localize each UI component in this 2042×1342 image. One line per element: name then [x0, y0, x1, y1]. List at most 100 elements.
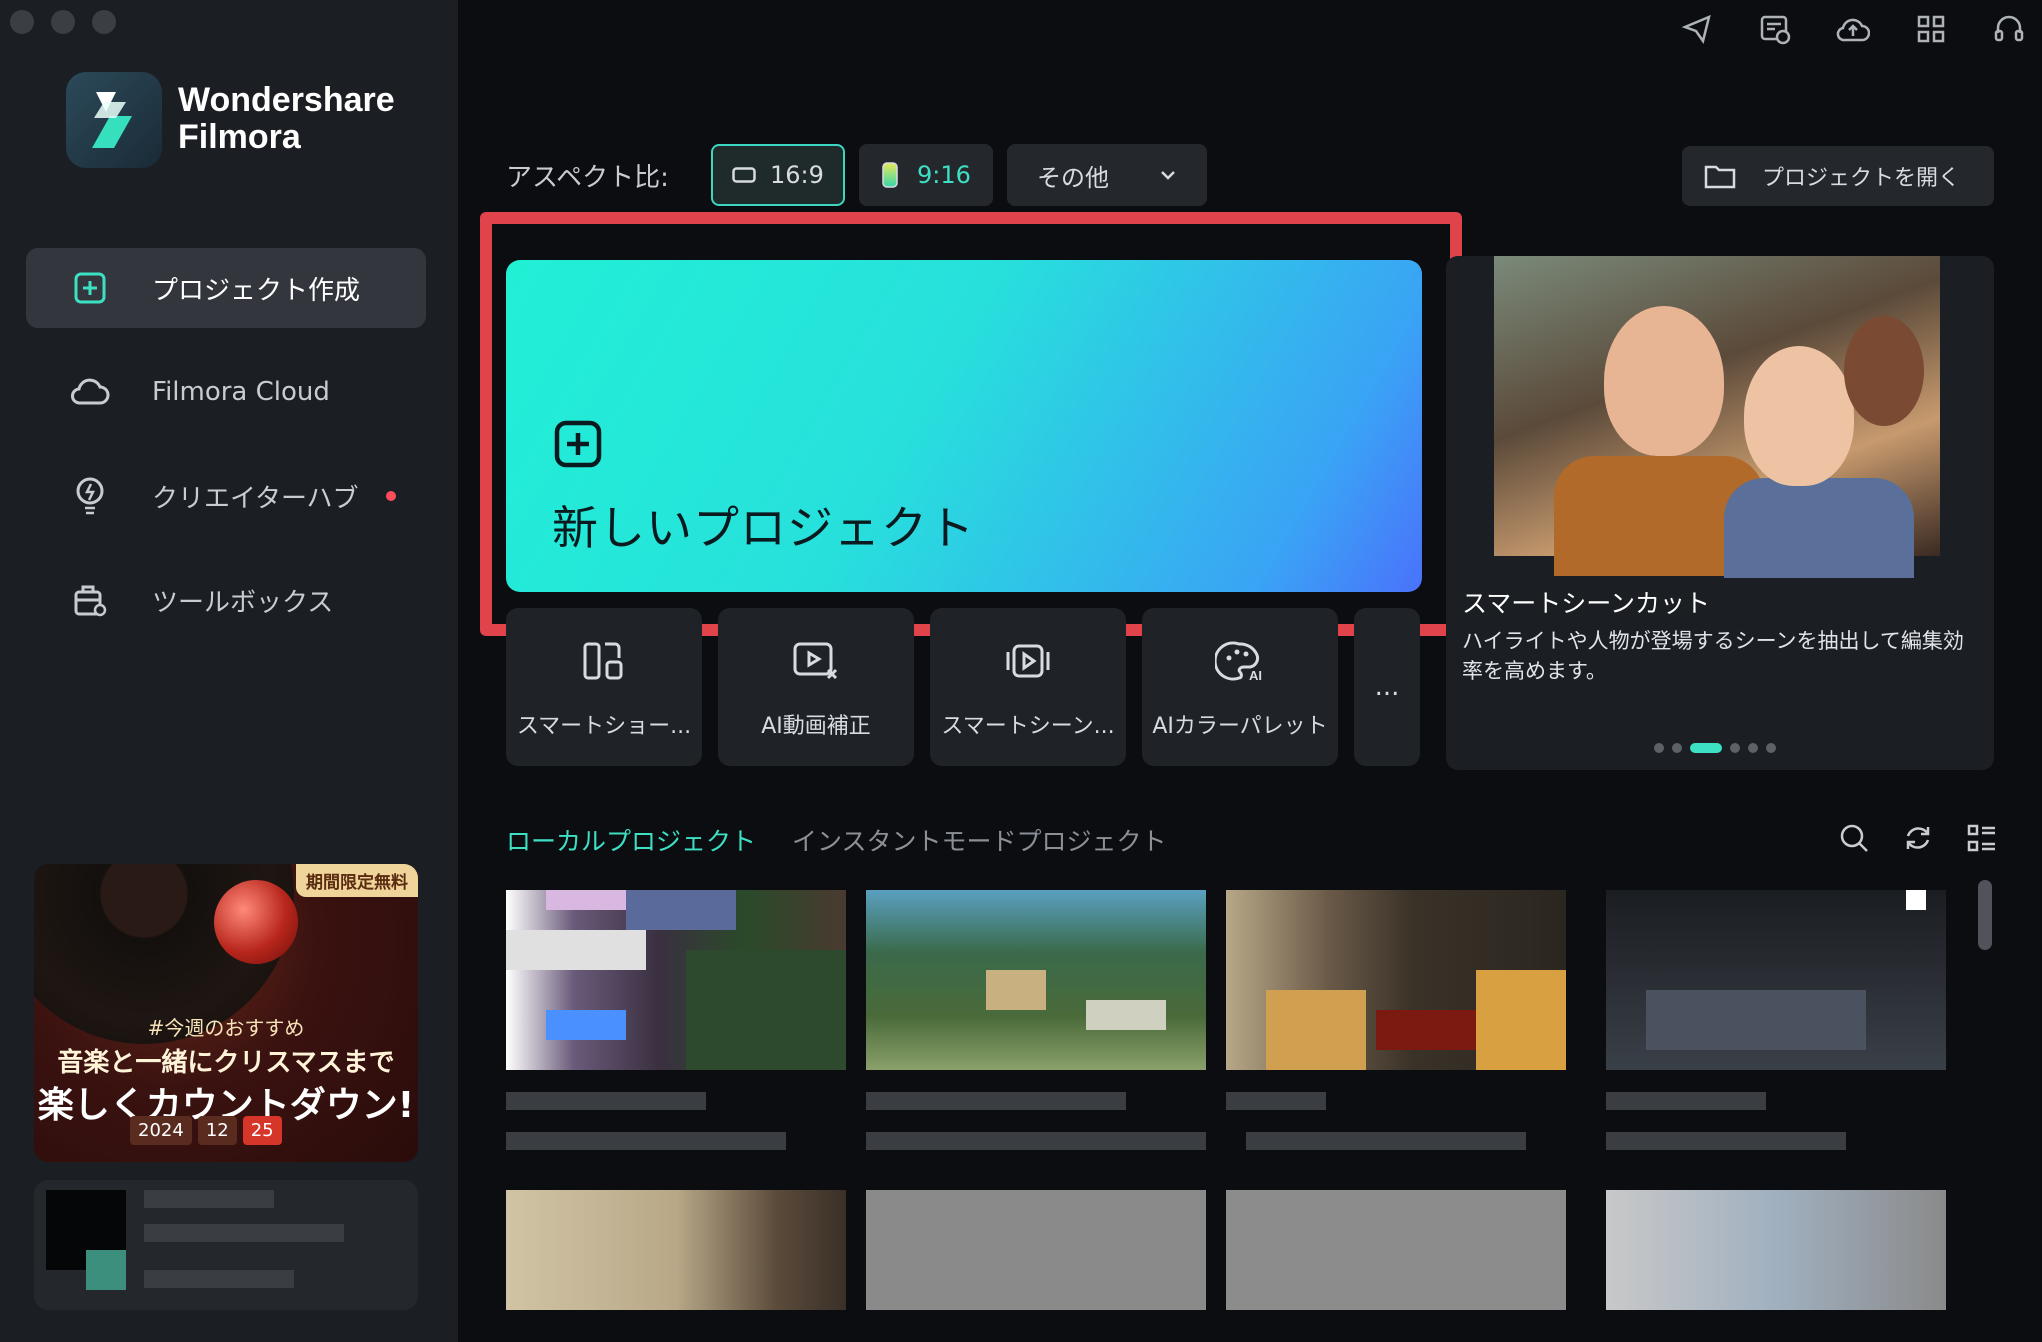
- grid-apps-icon[interactable]: [1912, 10, 1950, 48]
- project-name-redacted: [866, 1092, 1126, 1110]
- project-thumbnail[interactable]: [1606, 890, 1946, 1070]
- tool-label: スマートシーン...: [941, 714, 1115, 739]
- feature-image-detail: [1604, 306, 1724, 456]
- send-icon[interactable]: [1678, 10, 1716, 48]
- tool-ai-palette[interactable]: AI AIカラーパレット: [1142, 608, 1338, 766]
- svg-text:AI: AI: [1249, 668, 1262, 682]
- avatar-badge: [86, 1250, 126, 1290]
- list-view-icon[interactable]: [1966, 822, 1998, 858]
- project-thumbnail[interactable]: [1226, 890, 1566, 1070]
- open-project-button[interactable]: プロジェクトを開く: [1682, 146, 1994, 206]
- pager-dot[interactable]: [1672, 743, 1682, 753]
- aspect-9-16-label: 9:16: [917, 161, 971, 189]
- sidebar-item-creator-hub[interactable]: クリエイターハブ: [26, 456, 426, 536]
- promo-line-1: #今週のおすすめ: [147, 1016, 305, 1040]
- project-thumbnail[interactable]: [1226, 1190, 1566, 1310]
- calendar-clock-icon[interactable]: [1756, 10, 1794, 48]
- search-icon[interactable]: [1838, 822, 1870, 858]
- brand-name: Wondershare Filmora: [178, 82, 395, 156]
- pixel-block: [546, 890, 626, 910]
- pager-dot[interactable]: [1654, 743, 1664, 753]
- aspect-16-9-label: 16:9: [770, 161, 824, 189]
- aspect-ratio-bar: アスペクト比: 16:9 9:16 その他: [506, 144, 1221, 206]
- project-thumbnail[interactable]: [506, 1190, 846, 1310]
- promo-day: 25: [242, 1116, 282, 1145]
- scrollbar[interactable]: [1978, 880, 1992, 950]
- tool-label: AIカラーパレット: [1152, 714, 1328, 739]
- pager-dot[interactable]: [1748, 743, 1758, 753]
- tool-ai-enhance[interactable]: AI動画補正: [718, 608, 914, 766]
- feature-carousel[interactable]: スマートシーンカット ハイライトや人物が登場するシーンを抽出して編集効率を高めま…: [1446, 256, 1994, 770]
- aspect-16-9-button[interactable]: 16:9: [710, 144, 845, 206]
- tool-smart-scene[interactable]: スマートシーン...: [930, 608, 1126, 766]
- account-info-redacted: [144, 1224, 344, 1242]
- feature-image: [1494, 256, 1940, 578]
- chevron-down-icon: [1161, 171, 1175, 180]
- more-tools-button[interactable]: ...: [1354, 608, 1420, 766]
- account-plan-redacted: [144, 1270, 294, 1288]
- ai-palette-icon: AI: [1213, 640, 1265, 688]
- toolbox-icon: [68, 582, 112, 618]
- top-toolbar: [1678, 10, 2028, 48]
- project-thumbnail[interactable]: [866, 1190, 1206, 1310]
- sidebar-item-label: ツールボックス: [152, 587, 334, 618]
- project-date-redacted: [866, 1132, 1206, 1150]
- filmora-start-screen: Wondershare Filmora プロジェクト作成 Filmora Clo…: [0, 0, 2042, 1342]
- feature-image-detail: [1844, 316, 1924, 426]
- pixel-block: [1476, 970, 1566, 1070]
- project-thumbnail[interactable]: [866, 890, 1206, 1070]
- ai-enhance-icon: [792, 640, 840, 688]
- sidebar-item-toolbox[interactable]: ツールボックス: [26, 560, 426, 640]
- pager-dot[interactable]: [1730, 743, 1740, 753]
- project-thumbnail[interactable]: [506, 890, 846, 1070]
- highlight-box: [480, 212, 1462, 636]
- promo-month: 12: [197, 1116, 237, 1145]
- tab-instant-mode-projects[interactable]: インスタントモードプロジェクト: [792, 822, 1167, 858]
- portrait-icon: [882, 162, 898, 188]
- promo-banner[interactable]: 期間限定無料 #今週のおすすめ 音楽と一緒にクリスマスまで 楽しくカウントダウン…: [34, 864, 418, 1162]
- filmora-logo-icon: [66, 72, 162, 168]
- tab-local-projects[interactable]: ローカルプロジェクト: [506, 822, 756, 858]
- sidebar-item-label: Filmora Cloud: [152, 377, 330, 407]
- sidebar-item-filmora-cloud[interactable]: Filmora Cloud: [26, 352, 426, 432]
- aspect-9-16-button[interactable]: 9:16: [858, 144, 993, 206]
- zoom-window-button[interactable]: [92, 10, 116, 34]
- sidebar-item-label: クリエイターハブ: [152, 483, 359, 514]
- feature-description: ハイライトや人物が登場するシーンを抽出して編集効率を高めます。: [1462, 629, 1964, 683]
- pixel-block: [1086, 1000, 1166, 1030]
- minimize-window-button[interactable]: [51, 10, 75, 34]
- sidebar-item-create-project[interactable]: プロジェクト作成: [26, 248, 426, 328]
- refresh-icon[interactable]: [1902, 822, 1934, 858]
- project-name-redacted: [1226, 1092, 1326, 1110]
- close-window-button[interactable]: [10, 10, 34, 34]
- project-list-tools: [1838, 822, 1998, 858]
- sidebar: Wondershare Filmora プロジェクト作成 Filmora Clo…: [0, 0, 458, 1342]
- brand-line-2: Filmora: [178, 118, 301, 156]
- account-panel[interactable]: [34, 1180, 418, 1310]
- pager-dot-active[interactable]: [1690, 743, 1722, 753]
- folder-icon: [1704, 163, 1736, 189]
- plus-square-icon: [68, 271, 112, 305]
- tool-label: スマートショー...: [516, 714, 692, 739]
- pixel-block: [626, 890, 736, 930]
- pager-dot[interactable]: [1766, 743, 1776, 753]
- pixel-block: [1646, 990, 1866, 1050]
- project-date-redacted: [1246, 1132, 1526, 1150]
- aspect-other-dropdown[interactable]: その他: [1006, 144, 1207, 206]
- more-label: ...: [1374, 672, 1400, 702]
- promo-badge: 期間限定無料: [296, 864, 418, 897]
- project-thumbnail[interactable]: [1606, 1190, 1946, 1310]
- project-tabs: ローカルプロジェクト インスタントモードプロジェクト: [506, 822, 1167, 858]
- project-name-redacted: [1606, 1092, 1766, 1110]
- aspect-ratio-label: アスペクト比:: [506, 162, 669, 193]
- tool-label: AI動画補正: [761, 714, 871, 739]
- christmas-ornament-icon: [214, 880, 298, 964]
- feature-image-detail: [1744, 346, 1854, 486]
- headset-icon[interactable]: [1990, 10, 2028, 48]
- tool-smart-short[interactable]: スマートショー...: [506, 608, 702, 766]
- promo-year: 2024: [130, 1116, 192, 1145]
- promo-line-2: 音楽と一緒にクリスマスまで: [57, 1048, 395, 1078]
- cloud-upload-icon[interactable]: [1834, 10, 1872, 48]
- feature-title: スマートシーンカット: [1462, 589, 1711, 618]
- pixel-block: [986, 970, 1046, 1010]
